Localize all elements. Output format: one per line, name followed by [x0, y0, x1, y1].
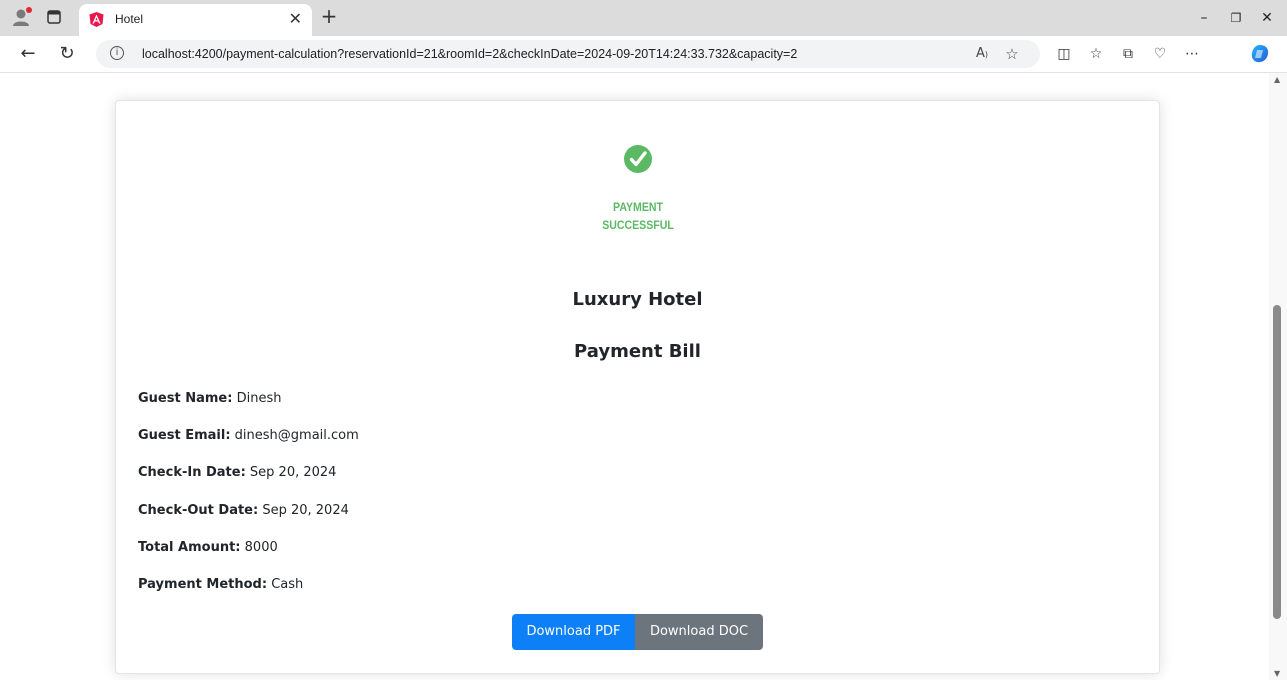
url-text[interactable]: localhost:4200/payment-calculation?reser… [142, 47, 797, 61]
detail-label: Payment Method: [138, 577, 268, 592]
copilot-icon[interactable] [1250, 44, 1270, 64]
detail-label: Check-In Date: [138, 465, 246, 480]
detail-value: 8000 [244, 540, 278, 555]
download-pdf-button[interactable]: Download PDF [512, 614, 635, 650]
refresh-icon[interactable]: ↻ [55, 42, 79, 66]
hotel-name: Luxury Hotel [572, 289, 703, 310]
angular-favicon [89, 12, 104, 27]
split-screen-icon[interactable]: ◫ [1054, 44, 1074, 64]
detail-guest-name: Guest Name: Dinesh [138, 391, 281, 406]
detail-label: Total Amount: [138, 540, 241, 555]
more-icon[interactable]: ⋯ [1182, 44, 1202, 64]
payment-status-line1: PAYMENT [613, 200, 663, 214]
detail-value: Cash [271, 577, 304, 592]
download-doc-button[interactable]: Download DOC [635, 614, 763, 650]
address-bar[interactable]: i localhost:4200/payment-calculation?res… [96, 40, 1040, 68]
payment-status: PAYMENT SUCCESSFUL [550, 198, 726, 234]
detail-guest-email: Guest Email: dinesh@gmail.com [138, 428, 359, 443]
detail-value: dinesh@gmail.com [234, 428, 359, 443]
plus-icon[interactable]: + [318, 5, 340, 27]
detail-label: Guest Name: [138, 391, 233, 406]
bill-title: Payment Bill [574, 341, 701, 362]
workspaces-icon[interactable] [46, 9, 62, 25]
tab-hotel[interactable]: Hotel ✕ [79, 4, 312, 36]
scrollbar-thumb[interactable] [1273, 305, 1281, 619]
restore-icon[interactable]: ❐ [1226, 8, 1246, 28]
scroll-down-arrow-icon[interactable]: ▼ [1274, 669, 1280, 678]
heart-pulse-icon[interactable]: ♡ [1150, 44, 1170, 64]
back-arrow-icon[interactable]: ← [16, 42, 40, 66]
payment-status-line2: SUCCESSFUL [602, 218, 674, 232]
profile-icon[interactable] [11, 6, 33, 28]
vertical-scrollbar[interactable]: ▲ ▼ [1269, 73, 1287, 680]
detail-total-amount: Total Amount: 8000 [138, 540, 278, 555]
minimize-icon[interactable]: – [1194, 8, 1214, 28]
detail-value: Sep 20, 2024 [249, 465, 337, 480]
close-tab-icon[interactable]: ✕ [289, 9, 302, 28]
tab-title: Hotel [115, 12, 144, 26]
info-icon[interactable]: i [110, 46, 124, 60]
detail-value: Sep 20, 2024 [262, 503, 349, 518]
detail-payment-method: Payment Method: Cash [138, 577, 303, 592]
tab-strip: Hotel ✕ + – ❐ ✕ [0, 0, 1287, 36]
read-aloud-icon[interactable]: A) [972, 44, 992, 64]
checkmark-icon [624, 145, 652, 173]
detail-label: Check-Out Date: [138, 503, 259, 518]
payment-bill-card: PAYMENT SUCCESSFUL Luxury Hotel Payment … [115, 100, 1160, 674]
close-window-icon[interactable]: ✕ [1257, 8, 1277, 28]
collections-icon[interactable]: ⧉ [1118, 44, 1138, 64]
scroll-up-arrow-icon[interactable]: ▲ [1274, 75, 1280, 84]
detail-value: Dinesh [236, 391, 282, 406]
favorites-icon[interactable]: ☆ [1086, 44, 1106, 64]
page-viewport: PAYMENT SUCCESSFUL Luxury Hotel Payment … [0, 73, 1269, 680]
detail-check-in: Check-In Date: Sep 20, 2024 [138, 465, 336, 480]
detail-label: Guest Email: [138, 428, 231, 443]
detail-check-out: Check-Out Date: Sep 20, 2024 [138, 503, 349, 518]
star-icon[interactable]: ☆ [1002, 44, 1022, 64]
